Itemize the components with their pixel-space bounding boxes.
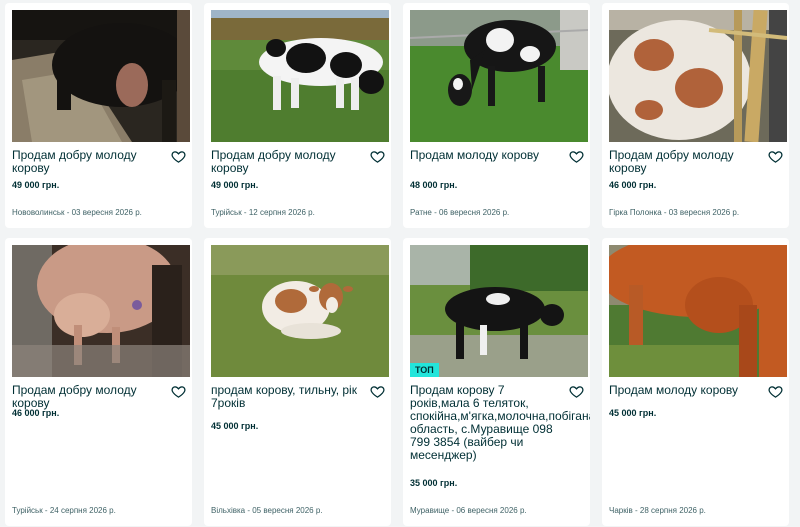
listing-card[interactable]: Продам молоду корову 45 000 грн. Чарків … xyxy=(602,238,789,526)
listing-photo[interactable] xyxy=(12,10,190,142)
listing-title[interactable]: Продам добру молоду корову xyxy=(12,149,167,175)
listing-price: 45 000 грн. xyxy=(609,408,657,418)
listing-price: 49 000 грн. xyxy=(12,180,60,190)
listing-card[interactable]: продам корову, тильну, рік 7років 45 000… xyxy=(204,238,391,526)
listing-price: 35 000 грн. xyxy=(410,478,458,488)
listing-photo[interactable] xyxy=(410,10,588,142)
listing-title[interactable]: Продам молоду корову xyxy=(410,149,565,162)
favorite-heart-icon[interactable] xyxy=(171,149,186,164)
listing-location-date: Вільхівка - 05 вересня 2026 р. xyxy=(211,506,323,515)
listing-location-date: Турійськ - 12 серпня 2026 р. xyxy=(211,208,315,217)
listing-price: 46 000 грн. xyxy=(609,180,657,190)
favorite-heart-icon[interactable] xyxy=(171,384,186,399)
listing-price: 48 000 грн. xyxy=(410,180,458,190)
listing-location-date: Чарків - 28 серпня 2026 р. xyxy=(609,506,706,515)
listing-location-date: Нововолинськ - 03 вересня 2026 р. xyxy=(12,208,142,217)
listing-photo[interactable] xyxy=(609,10,787,142)
listing-title[interactable]: Продам добру молоду корову xyxy=(211,149,366,175)
listing-photo[interactable]: ТОП xyxy=(410,245,588,377)
listing-title[interactable]: Продам добру молоду корову xyxy=(609,149,764,175)
favorite-heart-icon[interactable] xyxy=(768,384,783,399)
listing-card[interactable]: Продам молоду корову 48 000 грн. Ратне -… xyxy=(403,3,590,228)
listing-photo[interactable] xyxy=(211,10,389,142)
listing-location-date: Ратне - 06 вересня 2026 р. xyxy=(410,208,510,217)
listing-title[interactable]: Продам добру молоду корову xyxy=(12,384,167,410)
listing-photo[interactable] xyxy=(12,245,190,377)
listing-card[interactable]: ТОП Продам корову 7 років,мала 6 теляток… xyxy=(403,238,590,526)
listing-title[interactable]: Продам корову 7 років,мала 6 теляток, сп… xyxy=(410,384,590,462)
listing-title[interactable]: продам корову, тильну, рік 7років xyxy=(211,384,366,410)
listing-photo[interactable] xyxy=(609,245,787,377)
favorite-heart-icon[interactable] xyxy=(370,149,385,164)
listing-card[interactable]: Продам добру молоду корову 49 000 грн. Т… xyxy=(204,3,391,228)
listing-location-date: Муравище - 06 вересня 2026 р. xyxy=(410,506,527,515)
listing-location-date: Турійськ - 24 серпня 2026 р. xyxy=(12,506,116,515)
listing-card[interactable]: Продам добру молоду корову 46 000 грн. Г… xyxy=(602,3,789,228)
top-badge: ТОП xyxy=(410,363,439,377)
listing-photo[interactable] xyxy=(211,245,389,377)
favorite-heart-icon[interactable] xyxy=(370,384,385,399)
listing-price: 45 000 грн. xyxy=(211,421,259,431)
listing-location-date: Гірка Полонка - 03 вересня 2026 р. xyxy=(609,208,740,217)
listing-price: 49 000 грн. xyxy=(211,180,259,190)
listing-card[interactable]: Продам добру молоду корову 46 000 грн. Т… xyxy=(5,238,192,526)
listing-grid: Продам добру молоду корову 49 000 грн. Н… xyxy=(0,0,800,526)
listing-price: 46 000 грн. xyxy=(12,408,60,418)
listing-card[interactable]: Продам добру молоду корову 49 000 грн. Н… xyxy=(5,3,192,228)
favorite-heart-icon[interactable] xyxy=(768,149,783,164)
favorite-heart-icon[interactable] xyxy=(569,384,584,399)
listing-title[interactable]: Продам молоду корову xyxy=(609,384,764,397)
favorite-heart-icon[interactable] xyxy=(569,149,584,164)
